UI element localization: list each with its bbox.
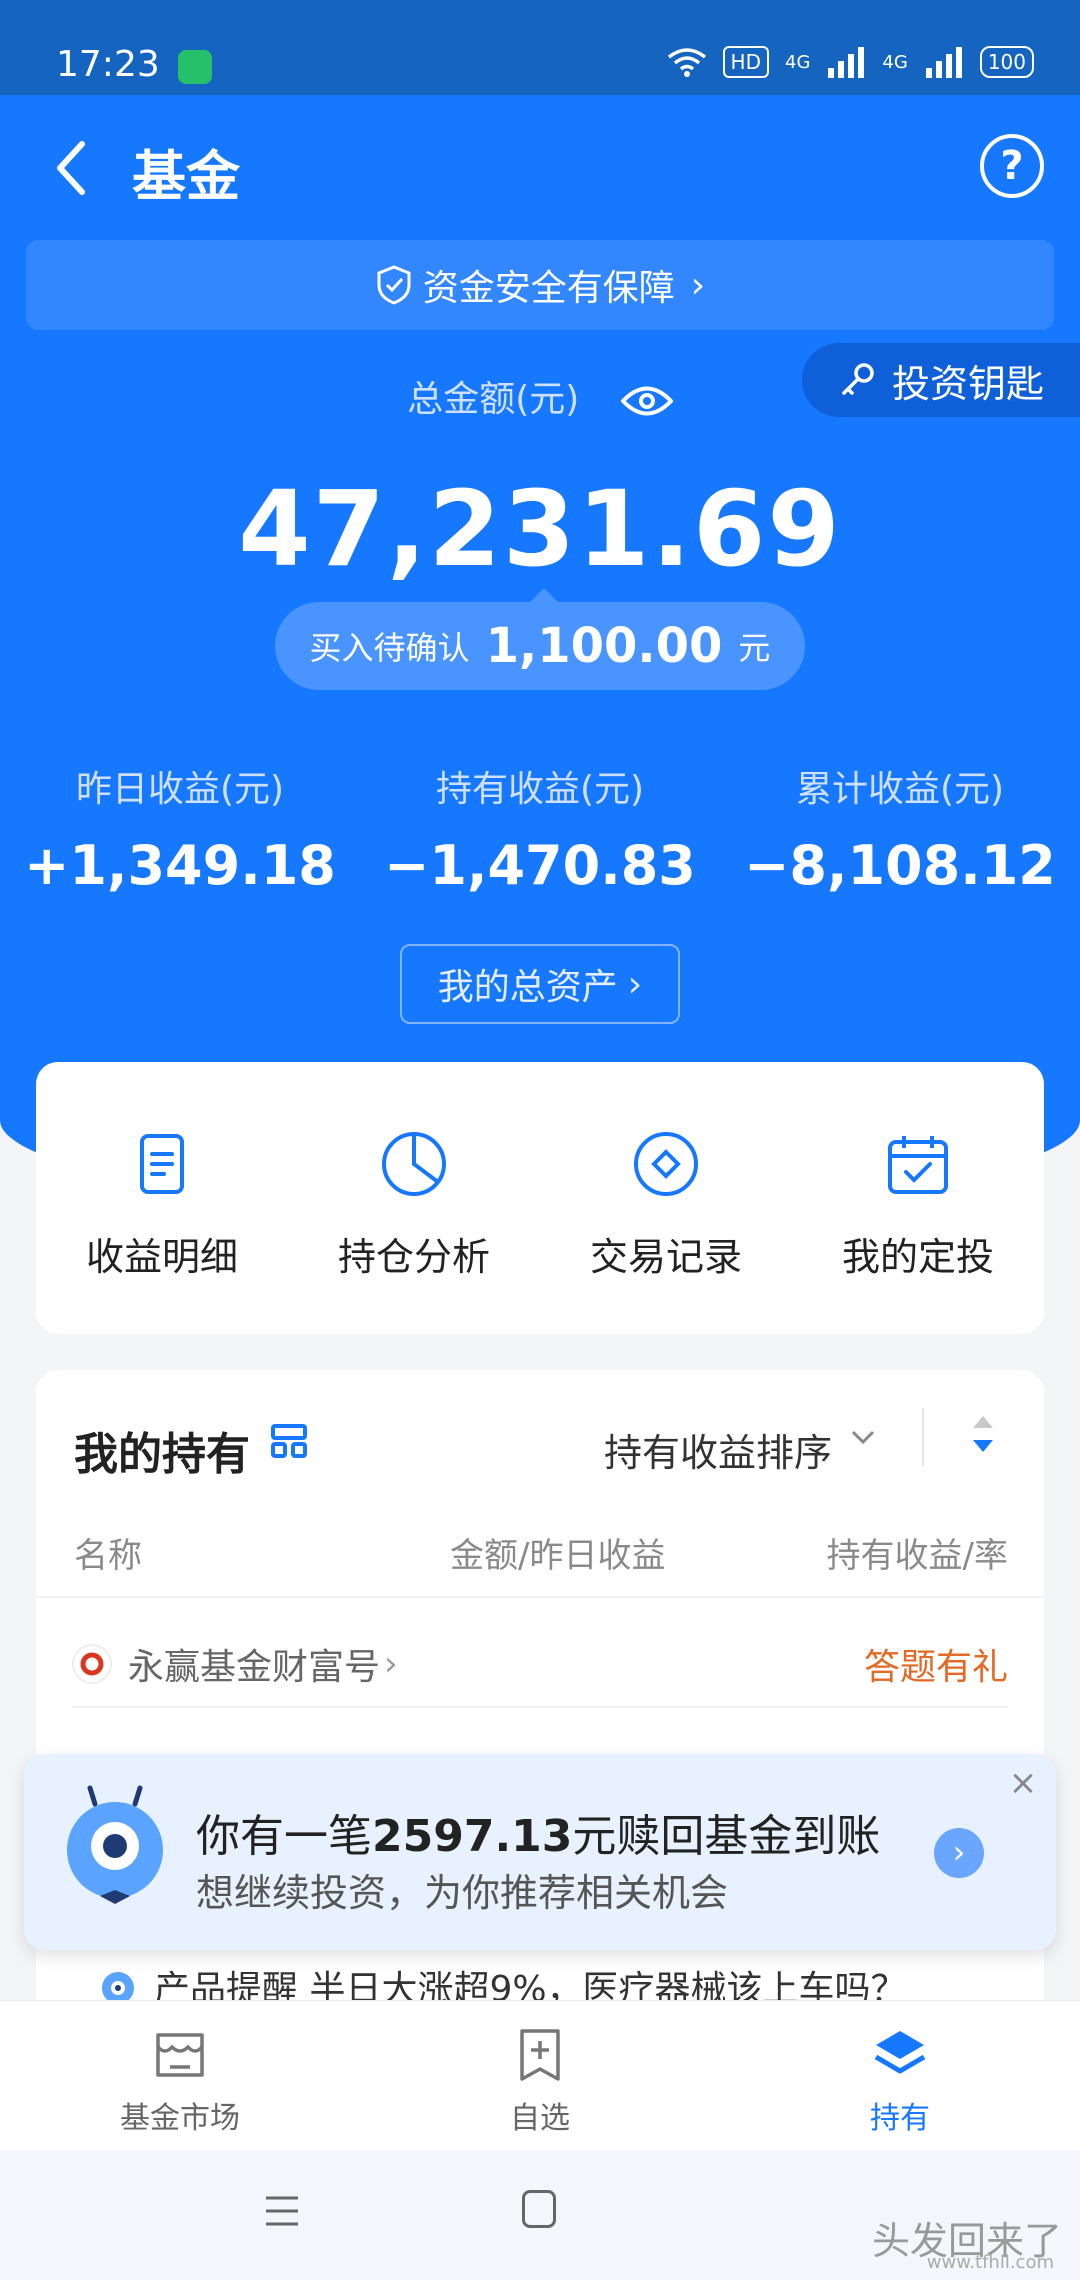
home-icon[interactable] — [522, 2190, 556, 2228]
quick-actions-card: 收益明细 持仓分析 交易记录 我的定投 — [36, 1062, 1044, 1334]
signal-label-2: 4G — [882, 51, 908, 73]
wealth-account-row[interactable]: 永赢基金财富号 › 答题有礼 — [72, 1638, 1008, 1690]
diamond-circle-icon — [634, 1132, 698, 1196]
stat-holding[interactable]: 持有收益(元) −1,470.83 — [360, 760, 720, 897]
fund-brand-logo — [72, 1644, 112, 1684]
action-label: 我的定投 — [841, 1235, 994, 1279]
tab-fund-market[interactable]: 基金市场 — [0, 2001, 360, 2150]
action-income-detail[interactable]: 收益明细 — [36, 1062, 288, 1334]
stat-cumulative[interactable]: 累计收益(元) −8,108.12 — [720, 760, 1080, 897]
pending-confirm-pill[interactable]: 买入待确认 1,100.00 元 — [275, 602, 805, 690]
status-bar: 17:23 HD 4G 4G 100 — [0, 0, 1080, 95]
column-profit: 持有收益/率 — [826, 1536, 1008, 1576]
total-assets-label: 我的总资产 — [437, 967, 618, 1008]
pie-chart-icon — [382, 1132, 446, 1196]
divider — [72, 1706, 1008, 1708]
close-icon[interactable]: × — [1008, 1766, 1038, 1800]
redemption-toast[interactable]: 你有一笔2597.13元赎回基金到账 想继续投资，为你推荐相关机会 › × — [24, 1754, 1056, 1950]
tab-label: 自选 — [510, 2101, 570, 2136]
signal-bars-icon-2 — [925, 47, 962, 78]
toast-amount: 2597.13 — [372, 1811, 573, 1862]
pending-pointer — [530, 588, 558, 602]
tab-holdings[interactable]: 持有 — [720, 2001, 1080, 2150]
toast-subtitle: 想继续投资，为你推荐相关机会 — [196, 1871, 729, 1915]
page-title: 基金 — [132, 145, 240, 208]
tab-watchlist[interactable]: 自选 — [360, 2001, 720, 2150]
signal-bars-icon — [828, 47, 865, 78]
total-label-row: 总金额(元) — [0, 370, 1080, 422]
chevron-right-icon: › — [690, 264, 706, 306]
document-icon — [140, 1134, 184, 1194]
safety-text: 资金安全有保障 — [422, 268, 675, 309]
battery-icon: 100 — [979, 46, 1034, 78]
tab-label: 基金市场 — [120, 2101, 240, 2136]
back-arrow-icon[interactable] — [48, 138, 96, 198]
signal-label-1: 4G — [785, 51, 811, 73]
action-position-analysis[interactable]: 持仓分析 — [288, 1062, 540, 1334]
pending-label: 买入待确认 — [309, 629, 470, 667]
nav-bar: 基金 ? — [0, 120, 1080, 220]
toast-suffix: 元赎回基金到账 — [572, 1811, 881, 1862]
quiz-gift-link[interactable]: 答题有礼 — [864, 1638, 1008, 1690]
stat-label: 昨日收益(元) — [75, 769, 285, 810]
sort-order-icon[interactable] — [970, 1410, 996, 1460]
total-amount: 47,231.69 — [238, 468, 842, 590]
toast-prefix: 你有一笔 — [196, 1811, 372, 1862]
stat-yesterday[interactable]: 昨日收益(元) +1,349.18 — [0, 760, 360, 897]
stat-value: +1,349.18 — [24, 834, 336, 897]
stat-label: 持有收益(元) — [435, 769, 645, 810]
pending-unit: 元 — [738, 629, 771, 667]
wealth-account-name: 永赢基金财富号 — [128, 1647, 381, 1688]
shield-check-icon — [377, 265, 411, 305]
layers-icon — [874, 2031, 926, 2074]
mascot-icon — [67, 1785, 163, 1904]
calendar-check-icon — [888, 1136, 948, 1194]
wifi-icon — [667, 48, 706, 77]
holdings-title: 我的持有 — [74, 1429, 250, 1480]
chevron-right-icon: › — [384, 1644, 398, 1684]
grid-view-icon[interactable] — [270, 1422, 308, 1460]
hd-icon: HD — [722, 46, 769, 78]
action-label: 交易记录 — [589, 1235, 742, 1279]
total-assets-button[interactable]: 我的总资产 › — [400, 944, 680, 1024]
bottom-tab-bar: 基金市场 自选 持有 — [0, 2000, 1080, 2150]
pending-amount: 1,100.00 — [485, 618, 723, 674]
action-label: 持仓分析 — [337, 1235, 490, 1279]
action-auto-invest[interactable]: 我的定投 — [792, 1062, 1044, 1334]
status-time: 17:23 — [56, 44, 160, 85]
chevron-down-icon[interactable] — [848, 1422, 878, 1452]
eye-icon[interactable] — [620, 384, 673, 418]
profit-stats: 昨日收益(元) +1,349.18 持有收益(元) −1,470.83 累计收益… — [0, 760, 1080, 897]
notification-app-icon — [178, 50, 212, 84]
action-label: 收益明细 — [85, 1235, 238, 1279]
divider — [36, 1596, 1044, 1598]
chevron-right-circle-icon[interactable]: › — [934, 1828, 984, 1878]
tab-label: 持有 — [870, 2101, 930, 2136]
plus-square-icon — [520, 2029, 560, 2081]
stat-value: −8,108.12 — [744, 834, 1056, 897]
column-amount: 金额/昨日收益 — [450, 1536, 666, 1576]
divider — [922, 1408, 924, 1466]
help-icon[interactable]: ? — [980, 134, 1044, 198]
menu-icon[interactable] — [264, 2194, 300, 2228]
safety-banner[interactable]: 资金安全有保障 › — [26, 240, 1054, 330]
storefront-icon — [156, 2033, 204, 2077]
total-label: 总金额(元) — [407, 379, 580, 420]
status-icons: HD 4G 4G 100 — [667, 46, 1034, 78]
action-trade-records[interactable]: 交易记录 — [540, 1062, 792, 1334]
sort-dropdown[interactable]: 持有收益排序 — [604, 1422, 832, 1477]
stat-value: −1,470.83 — [384, 834, 696, 897]
chevron-right-icon: › — [627, 963, 643, 1005]
column-name: 名称 — [74, 1536, 142, 1576]
toast-title: 你有一笔2597.13元赎回基金到账 — [196, 1800, 880, 1864]
stat-label: 累计收益(元) — [795, 769, 1005, 810]
watermark-url: www.tfhll.com — [926, 2252, 1054, 2273]
